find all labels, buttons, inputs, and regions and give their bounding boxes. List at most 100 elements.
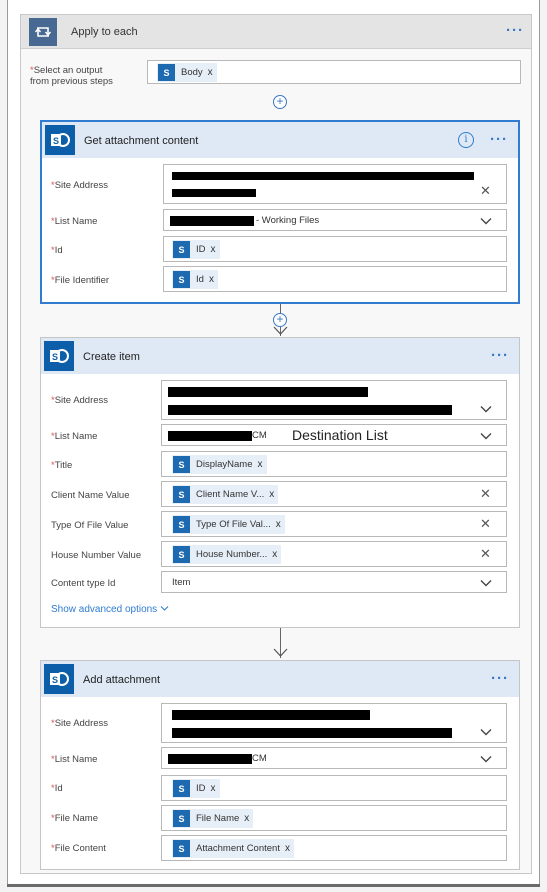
show-advanced-options-link[interactable]: Show advanced options [51, 604, 169, 615]
id-token[interactable]: S ID x [172, 240, 220, 259]
chevron-down-icon[interactable] [480, 430, 492, 442]
id-label: *Id [51, 783, 63, 794]
list-name-dropdown[interactable]: - Working Files [163, 209, 507, 231]
remove-token-icon[interactable]: x [285, 843, 290, 854]
type-of-file-token[interactable]: S Type Of File Val... x [172, 515, 285, 534]
list-name-label: *List Name [51, 431, 98, 442]
sharepoint-icon: S [173, 780, 190, 797]
redacted-text [172, 728, 452, 738]
card-header[interactable]: S Create item ··· [41, 338, 519, 374]
clear-icon[interactable]: ✕ [480, 546, 491, 562]
add-step-icon[interactable]: + [273, 313, 287, 327]
sharepoint-icon: S [173, 271, 190, 288]
remove-token-icon[interactable]: x [211, 244, 216, 255]
sharepoint-icon: S [158, 64, 175, 81]
redacted-text [172, 189, 256, 197]
body-token[interactable]: S Body x [157, 63, 217, 82]
id-label: *Id [51, 245, 63, 256]
client-name-token[interactable]: S Client Name V... x [172, 485, 279, 504]
file-content-input[interactable]: S Attachment Content x [161, 835, 507, 861]
title-label: *Title [51, 460, 73, 471]
chevron-down-icon [160, 606, 169, 611]
file-name-token[interactable]: S File Name x [172, 809, 254, 828]
file-identifier-label: *File Identifier [51, 275, 110, 286]
destination-list-annotation: Destination List [292, 427, 388, 443]
card-header[interactable]: S Add attachment ··· [41, 661, 519, 697]
clear-icon[interactable]: ✕ [480, 486, 491, 502]
list-name-label: *List Name [51, 216, 98, 227]
attachment-content-token[interactable]: S Attachment Content x [172, 839, 294, 858]
create-item-card[interactable]: S Create item ··· *Site Address *List Na… [40, 337, 520, 628]
file-name-input[interactable]: S File Name x [161, 805, 507, 831]
arrow-down-icon [273, 326, 288, 335]
content-type-label: Content type Id [51, 578, 116, 589]
clear-icon[interactable]: ✕ [480, 516, 491, 532]
svg-text:S: S [52, 352, 58, 362]
remove-token-icon[interactable]: x [269, 489, 274, 500]
remove-token-icon[interactable]: x [244, 813, 249, 824]
content-type-dropdown[interactable]: Item [161, 571, 507, 593]
apply-to-each-title: Apply to each [71, 26, 138, 38]
id-token[interactable]: S Id x [172, 270, 218, 289]
remove-token-icon[interactable]: x [211, 783, 216, 794]
list-name-dropdown[interactable]: CM [161, 747, 507, 769]
card-header[interactable]: S Get attachment content i ··· [42, 122, 518, 158]
remove-token-icon[interactable]: x [258, 459, 263, 470]
house-number-input[interactable]: S House Number... x ✕ [161, 541, 507, 567]
list-name-label: *List Name [51, 754, 98, 765]
sharepoint-icon: S [173, 516, 190, 533]
site-address-dropdown[interactable] [161, 703, 507, 743]
file-identifier-input[interactable]: S Id x [163, 266, 507, 292]
remove-token-icon[interactable]: x [276, 519, 281, 530]
type-of-file-label: Type Of File Value [51, 520, 129, 531]
chevron-down-icon[interactable] [480, 577, 492, 589]
list-name-dropdown[interactable]: CM Destination List [161, 424, 507, 446]
redacted-text [172, 710, 370, 720]
card-title: Get attachment content [84, 135, 199, 147]
more-menu-icon[interactable]: ··· [490, 131, 508, 148]
card-title: Add attachment [83, 674, 161, 686]
sharepoint-icon: S [173, 486, 190, 503]
title-input[interactable]: S DisplayName x [161, 451, 507, 477]
sharepoint-icon: S [44, 664, 74, 694]
apply-more-menu-icon[interactable]: ··· [506, 22, 524, 39]
house-number-token[interactable]: S House Number... x [172, 545, 282, 564]
sharepoint-icon: S [173, 546, 190, 563]
info-icon[interactable]: i [458, 132, 474, 148]
chevron-down-icon[interactable] [480, 403, 492, 415]
client-name-label: Client Name Value [51, 490, 130, 501]
svg-text:S: S [52, 675, 58, 685]
apply-to-each-header[interactable]: Apply to each ··· [21, 15, 531, 49]
add-attachment-card[interactable]: S Add attachment ··· *Site Address *List… [40, 660, 520, 870]
sharepoint-icon: S [44, 341, 74, 371]
remove-token-icon[interactable]: x [272, 549, 277, 560]
sharepoint-icon: S [173, 456, 190, 473]
site-address-label: *Site Address [51, 395, 109, 406]
chevron-down-icon[interactable] [480, 726, 492, 738]
chevron-down-icon[interactable] [480, 215, 492, 227]
scroll-edge [7, 884, 540, 887]
get-attachment-content-card[interactable]: S Get attachment content i ··· *Site Add… [40, 120, 520, 304]
remove-token-icon[interactable]: x [209, 274, 214, 285]
more-menu-icon[interactable]: ··· [491, 670, 509, 687]
id-token[interactable]: S ID x [172, 779, 220, 798]
client-name-input[interactable]: S Client Name V... x ✕ [161, 481, 507, 507]
site-address-label: *Site Address [51, 180, 109, 191]
sharepoint-icon: S [173, 241, 190, 258]
file-name-label: *File Name [51, 813, 98, 824]
select-output-input[interactable]: S Body x [147, 60, 521, 84]
site-address-dropdown[interactable] [161, 380, 507, 420]
more-menu-icon[interactable]: ··· [491, 347, 509, 364]
type-of-file-input[interactable]: S Type Of File Val... x ✕ [161, 511, 507, 537]
remove-token-icon[interactable]: x [208, 67, 213, 78]
displayname-token[interactable]: S DisplayName x [172, 455, 267, 474]
chevron-down-icon[interactable] [480, 753, 492, 765]
redacted-text [170, 216, 254, 226]
sharepoint-icon: S [173, 810, 190, 827]
site-address-input[interactable]: ✕ [163, 164, 507, 204]
id-input[interactable]: S ID x [161, 775, 507, 801]
id-input[interactable]: S ID x [163, 236, 507, 262]
clear-icon[interactable]: ✕ [480, 183, 491, 199]
add-step-icon[interactable]: + [273, 95, 287, 109]
sharepoint-icon: S [45, 125, 75, 155]
